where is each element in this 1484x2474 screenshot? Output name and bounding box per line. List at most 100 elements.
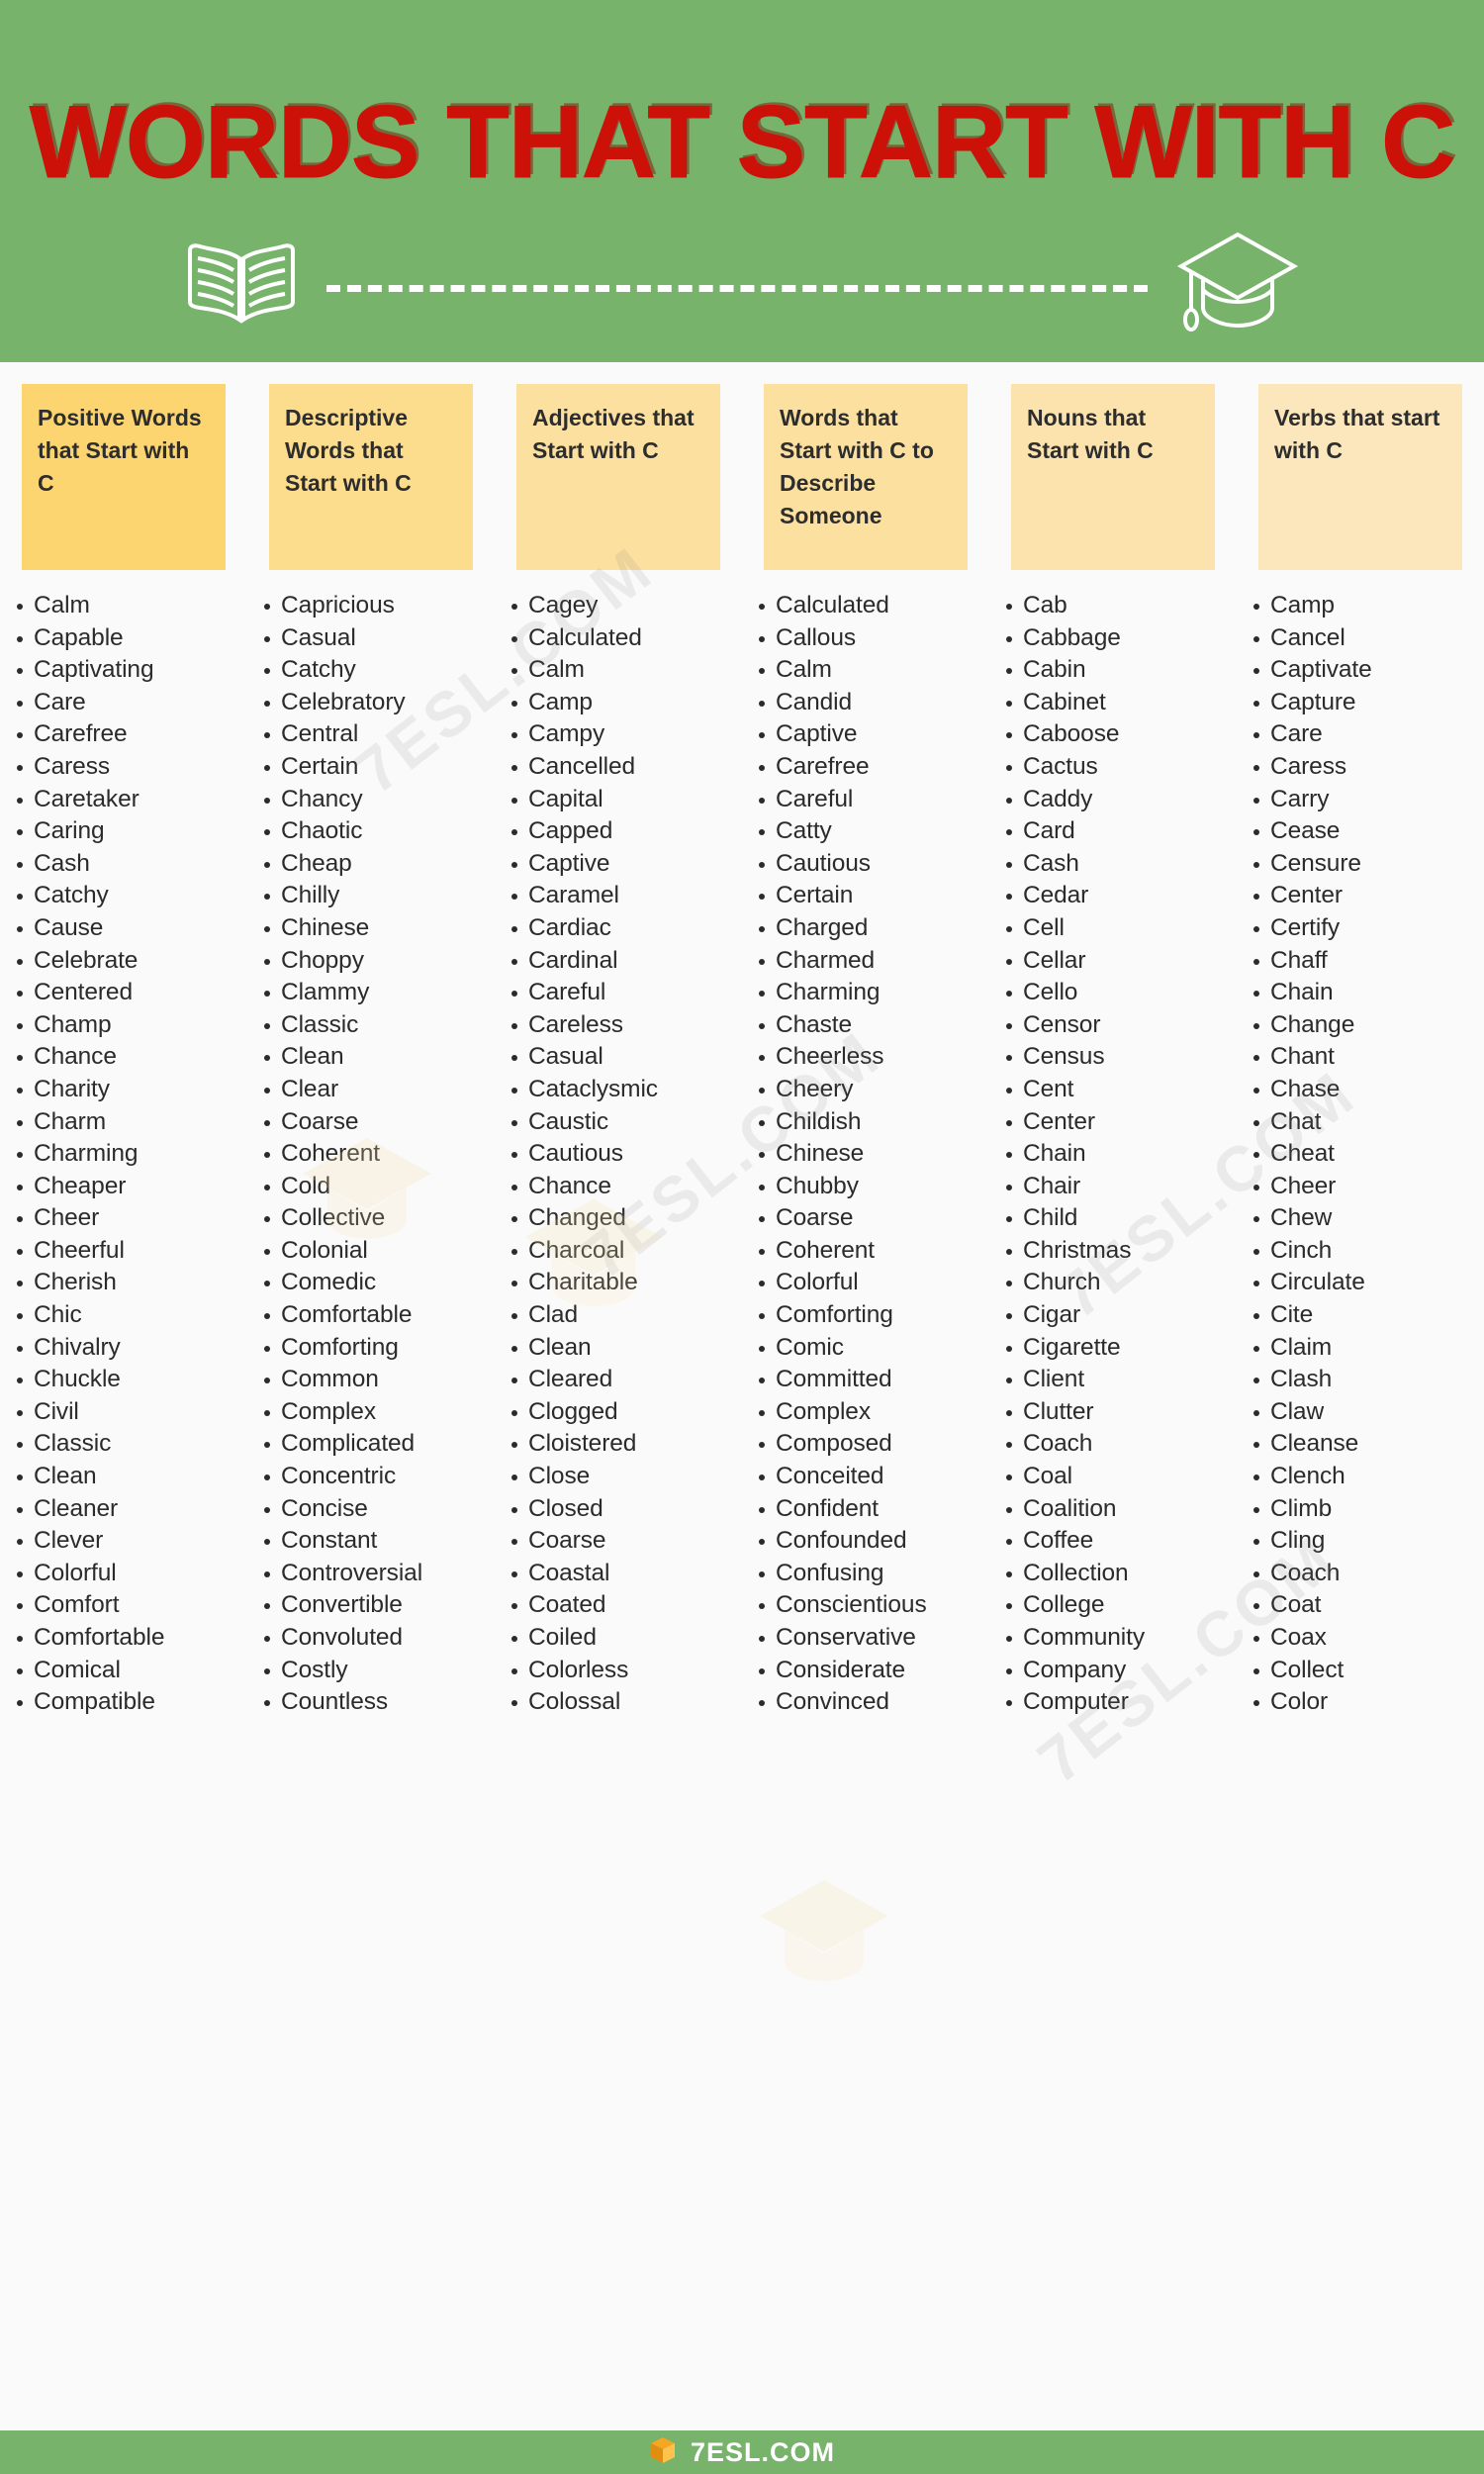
word-list-item: Coat [1253, 1589, 1478, 1622]
word-list-item: Charcoal [511, 1235, 736, 1268]
column-header-nouns: Nouns that Start with C [1011, 384, 1215, 570]
footer-brand: 7ESL.COM [690, 2436, 836, 2467]
word-list-item: Center [1253, 880, 1478, 912]
word-list-item: Cataclysmic [511, 1074, 736, 1106]
word-list-item: Comic [759, 1332, 983, 1365]
word-list-item: Cardinal [511, 945, 736, 978]
word-list-item: Certain [264, 751, 489, 784]
word-list-item: Client [1006, 1364, 1231, 1396]
word-list-item: Central [264, 718, 489, 751]
word-list-item: Community [1006, 1622, 1231, 1655]
word-list-item: Clean [511, 1332, 736, 1365]
word-list-item: Cease [1253, 815, 1478, 848]
word-list-item: Circulate [1253, 1267, 1478, 1299]
word-list-item: Cheerless [759, 1041, 983, 1074]
column-verbs: Verbs that start with C Camp Cancel Captiv… [1237, 362, 1484, 2430]
word-list-item: Comfortable [264, 1299, 489, 1332]
word-list-item: Comfortable [17, 1622, 241, 1655]
word-list-item: Colorless [511, 1655, 736, 1687]
word-list-item: Conceited [759, 1461, 983, 1493]
word-list-item: Comforting [759, 1299, 983, 1332]
word-list-item: Cheerful [17, 1235, 241, 1268]
word-list-item: Cash [17, 848, 241, 881]
word-list-item: Cleared [511, 1364, 736, 1396]
word-list-item: Confusing [759, 1558, 983, 1590]
word-list-item: Collective [264, 1202, 489, 1235]
word-list-item: Comedic [264, 1267, 489, 1299]
word-list-item: Chain [1253, 977, 1478, 1009]
word-list-item: Collect [1253, 1655, 1478, 1687]
word-list-item: Card [1006, 815, 1231, 848]
word-list-item: Clad [511, 1299, 736, 1332]
word-list-item: Coach [1006, 1428, 1231, 1461]
word-list-item: Careless [511, 1009, 736, 1042]
word-list-item: Christmas [1006, 1235, 1231, 1268]
word-list-item: Cite [1253, 1299, 1478, 1332]
column-header-adjectives: Adjectives that Start with C [516, 384, 720, 570]
word-list-item: Chain [1006, 1138, 1231, 1171]
word-list-item: Convoluted [264, 1622, 489, 1655]
word-list-item: Computer [1006, 1686, 1231, 1719]
word-list-item: Clever [17, 1525, 241, 1558]
word-list-item: Captive [511, 848, 736, 881]
column-descriptive-words: Descriptive Words that Start with C Capr… [247, 362, 495, 2430]
word-list-item: Coarse [759, 1202, 983, 1235]
word-list-item: Cling [1253, 1525, 1478, 1558]
word-list-item: Cheap [264, 848, 489, 881]
word-list-item: Caress [1253, 751, 1478, 784]
word-list-item: Chinese [264, 912, 489, 945]
word-list-item: Cheaper [17, 1171, 241, 1203]
word-list-item: Chic [17, 1299, 241, 1332]
graduation-cap-icon [1173, 229, 1302, 340]
word-list-item: Coarse [511, 1525, 736, 1558]
word-list-item: Cabin [1006, 654, 1231, 687]
word-list-item: Chance [511, 1171, 736, 1203]
word-list-descriptive-words: Capricious Casual Catchy Celebratory Central… [247, 590, 495, 1719]
word-list-item: Careful [511, 977, 736, 1009]
word-list-item: Census [1006, 1041, 1231, 1074]
word-list-item: Cabinet [1006, 687, 1231, 719]
word-list-item: Concise [264, 1493, 489, 1526]
word-list-item: Cactus [1006, 751, 1231, 784]
page-title: WORDS THAT START WITH C [29, 85, 1455, 200]
word-list-item: Capture [1253, 687, 1478, 719]
word-list-item: Classic [264, 1009, 489, 1042]
word-list-item: Calm [511, 654, 736, 687]
word-list-item: Catchy [17, 880, 241, 912]
word-list-item: Chance [17, 1041, 241, 1074]
word-list-item: Celebratory [264, 687, 489, 719]
word-list-item: Caretaker [17, 784, 241, 816]
word-list-item: Conservative [759, 1622, 983, 1655]
word-list-item: Caramel [511, 880, 736, 912]
word-list-item: Coffee [1006, 1525, 1231, 1558]
word-list-item: Claim [1253, 1332, 1478, 1365]
word-list-item: Chinese [759, 1138, 983, 1171]
column-header-verbs: Verbs that start with C [1258, 384, 1462, 570]
column-adjectives: Adjectives that Start with C Cagey Calcul… [495, 362, 742, 2430]
word-list-item: Cautious [511, 1138, 736, 1171]
column-header-descriptive-words: Descriptive Words that Start with C [269, 384, 473, 570]
word-list-adjectives: Cagey Calculated Calm Camp Campy Cancelled Cap… [495, 590, 742, 1719]
word-list-item: Concentric [264, 1461, 489, 1493]
word-list-item: Catty [759, 815, 983, 848]
word-list-item: Child [1006, 1202, 1231, 1235]
word-list-item: Clean [264, 1041, 489, 1074]
word-list-item: Costly [264, 1655, 489, 1687]
word-list-item: Closed [511, 1493, 736, 1526]
page-footer: 7ESL.COM [0, 2430, 1484, 2474]
word-list-item: Calculated [759, 590, 983, 622]
word-list-item: Cardiac [511, 912, 736, 945]
word-list-item: Caboose [1006, 718, 1231, 751]
word-list-item: Callous [759, 622, 983, 655]
word-list-item: Civil [17, 1396, 241, 1429]
word-list-item: Charming [759, 977, 983, 1009]
word-list-item: Clogged [511, 1396, 736, 1429]
column-nouns: Nouns that Start with C Cab Cabbage Cabin C… [989, 362, 1237, 2430]
column-positive-words: Positive Words that Start with C Calm Cap… [0, 362, 247, 2430]
word-list-item: Climb [1253, 1493, 1478, 1526]
word-list-item: Coiled [511, 1622, 736, 1655]
word-list-item: Cheer [17, 1202, 241, 1235]
word-columns-grid: Positive Words that Start with C Calm Cap… [0, 362, 1484, 2430]
word-list-item: Cedar [1006, 880, 1231, 912]
header-decoration [0, 230, 1484, 338]
